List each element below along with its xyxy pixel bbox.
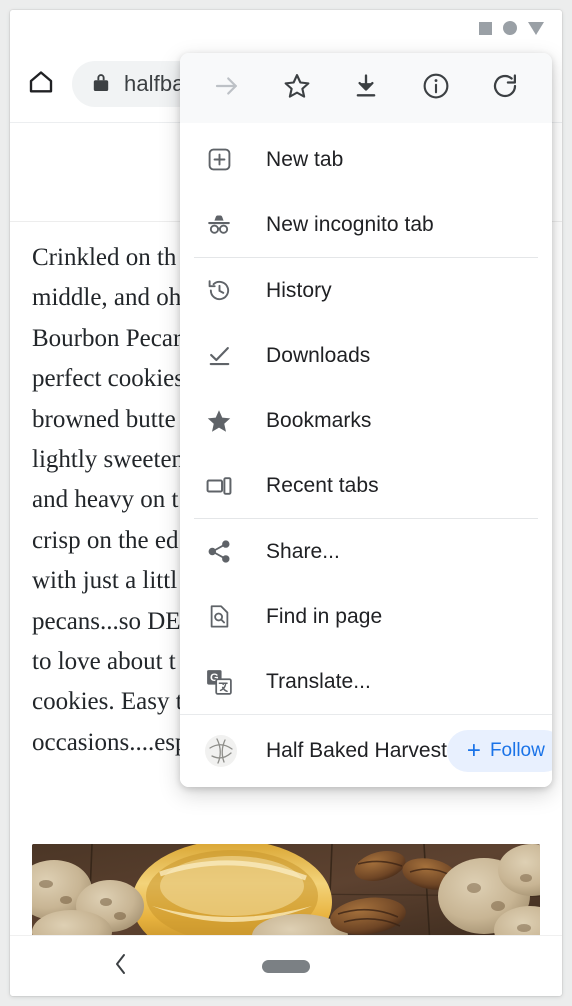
square-placeholder-icon — [479, 21, 492, 35]
url-text: halfba — [124, 71, 185, 96]
menu-item-share[interactable]: Share... — [180, 519, 552, 584]
hero-image-container — [10, 832, 562, 935]
follow-site-row: Half Baked Harvest + Follow — [180, 715, 552, 787]
menu-item-label: History — [266, 278, 332, 302]
menu-item-recent-tabs[interactable]: Recent tabs — [180, 453, 552, 518]
menu-download-button[interactable] — [343, 65, 389, 111]
menu-item-label: New incognito tab — [266, 212, 434, 236]
home-pill-icon[interactable] — [262, 959, 310, 973]
menu-item-history[interactable]: History — [180, 258, 552, 323]
follow-button-label: Follow — [489, 740, 545, 761]
reload-icon — [490, 71, 520, 106]
plus-icon: + — [466, 737, 481, 764]
share-icon — [204, 537, 234, 567]
follow-site-name: Half Baked Harvest — [266, 739, 447, 762]
system-navigation-bar — [10, 935, 562, 996]
recent-tabs-icon — [204, 471, 234, 501]
new-tab-icon — [204, 145, 234, 175]
menu-item-label: Share... — [266, 539, 340, 563]
triangle-down-placeholder-icon — [528, 21, 544, 35]
find-in-page-icon — [204, 602, 234, 632]
translate-icon: G — [204, 667, 234, 697]
menu-bookmark-button[interactable] — [274, 65, 320, 111]
menu-reload-button[interactable] — [482, 65, 528, 111]
history-icon — [204, 276, 234, 306]
menu-forward-button[interactable] — [204, 65, 250, 111]
circle-placeholder-icon — [503, 21, 517, 35]
lock-icon — [92, 72, 110, 97]
menu-item-new-incognito-tab[interactable]: New incognito tab — [180, 192, 552, 257]
downloads-icon — [204, 341, 234, 371]
download-icon — [352, 72, 380, 105]
chrome-app-menu: New tab New incognito tab History Downlo… — [180, 53, 552, 787]
back-chevron-icon — [110, 951, 132, 982]
menu-page-info-button[interactable] — [413, 65, 459, 111]
menu-item-new-tab[interactable]: New tab — [180, 127, 552, 192]
device-frame: halfba — HALF HAR Crinkled on th middle,… — [10, 10, 562, 996]
menu-item-label: Bookmarks — [266, 408, 372, 432]
menu-item-label: Translate... — [266, 669, 371, 693]
menu-item-label: New tab — [266, 147, 344, 171]
status-bar — [10, 10, 562, 46]
home-button[interactable] — [10, 53, 72, 115]
menu-item-label: Find in page — [266, 604, 383, 628]
menu-item-find-in-page[interactable]: Find in page — [180, 584, 552, 649]
back-button[interactable] — [104, 949, 138, 983]
menu-item-label: Recent tabs — [266, 473, 379, 497]
site-favicon — [204, 734, 238, 768]
menu-item-bookmarks[interactable]: Bookmarks — [180, 388, 552, 453]
incognito-icon — [204, 210, 234, 240]
menu-items-list: New tab New incognito tab History Downlo… — [180, 123, 552, 787]
recipe-photo — [32, 844, 540, 935]
menu-item-downloads[interactable]: Downloads — [180, 323, 552, 388]
follow-button[interactable]: + Follow — [446, 730, 552, 772]
bookmarks-star-icon — [204, 406, 234, 436]
forward-arrow-icon — [212, 71, 242, 106]
info-icon — [421, 71, 451, 106]
home-icon — [26, 67, 56, 102]
menu-item-translate[interactable]: G Translate... — [180, 649, 552, 714]
star-icon — [282, 71, 312, 106]
menu-header-toolbar — [180, 53, 552, 123]
menu-item-label: Downloads — [266, 343, 371, 367]
